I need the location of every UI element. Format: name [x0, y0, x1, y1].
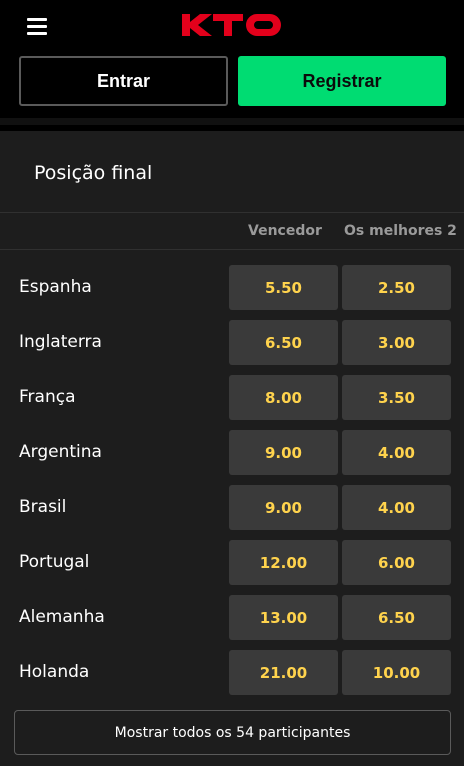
hamburger-menu-icon[interactable]: [27, 17, 47, 35]
odd-button-top-2[interactable]: 3.50: [342, 375, 451, 420]
table-row: Holanda 21.00 10.00: [0, 650, 464, 695]
odd-button-top-2[interactable]: 3.00: [342, 320, 451, 365]
participant-name: Holanda: [19, 662, 90, 682]
kto-logo[interactable]: [182, 11, 284, 39]
table-row: França 8.00 3.50: [0, 375, 464, 420]
odd-button-top-2[interactable]: 6.50: [342, 595, 451, 640]
odd-button-winner[interactable]: 12.00: [229, 540, 338, 585]
odd-button-top-2[interactable]: 4.00: [342, 485, 451, 530]
table-row: Portugal 12.00 6.00: [0, 540, 464, 585]
login-button[interactable]: Entrar: [19, 56, 228, 106]
top-bar: Entrar Registrar: [0, 0, 464, 118]
divider-line: [0, 249, 464, 250]
participant-name: Alemanha: [19, 607, 105, 627]
column-header-top-2: Os melhores 2: [344, 223, 457, 239]
participant-name: Inglaterra: [19, 332, 102, 352]
divider-line: [0, 212, 464, 213]
odd-button-winner[interactable]: 5.50: [229, 265, 338, 310]
header-divider: [0, 118, 464, 125]
participant-name: Portugal: [19, 552, 90, 572]
participant-name: Argentina: [19, 442, 102, 462]
market-title: Posição final: [34, 162, 153, 184]
odd-button-top-2[interactable]: 2.50: [342, 265, 451, 310]
table-row: Espanha 5.50 2.50: [0, 265, 464, 310]
register-button[interactable]: Registrar: [238, 56, 446, 106]
odd-button-top-2[interactable]: 6.00: [342, 540, 451, 585]
odd-button-winner[interactable]: 8.00: [229, 375, 338, 420]
participant-name: França: [19, 387, 76, 407]
odd-button-winner[interactable]: 13.00: [229, 595, 338, 640]
column-header-winner: Vencedor: [248, 223, 322, 239]
odd-button-top-2[interactable]: 10.00: [342, 650, 451, 695]
odd-button-winner[interactable]: 6.50: [229, 320, 338, 365]
odd-button-winner[interactable]: 21.00: [229, 650, 338, 695]
participant-name: Espanha: [19, 277, 92, 297]
participant-name: Brasil: [19, 497, 67, 517]
table-row: Alemanha 13.00 6.50: [0, 595, 464, 640]
odd-button-winner[interactable]: 9.00: [229, 485, 338, 530]
table-row: Brasil 9.00 4.00: [0, 485, 464, 530]
odd-button-top-2[interactable]: 4.00: [342, 430, 451, 475]
table-row: Inglaterra 6.50 3.00: [0, 320, 464, 365]
market-panel: Posição final Vencedor Os melhores 2 Esp…: [0, 131, 464, 766]
odd-button-winner[interactable]: 9.00: [229, 430, 338, 475]
show-all-participants-button[interactable]: Mostrar todos os 54 participantes: [14, 710, 451, 755]
table-row: Argentina 9.00 4.00: [0, 430, 464, 475]
